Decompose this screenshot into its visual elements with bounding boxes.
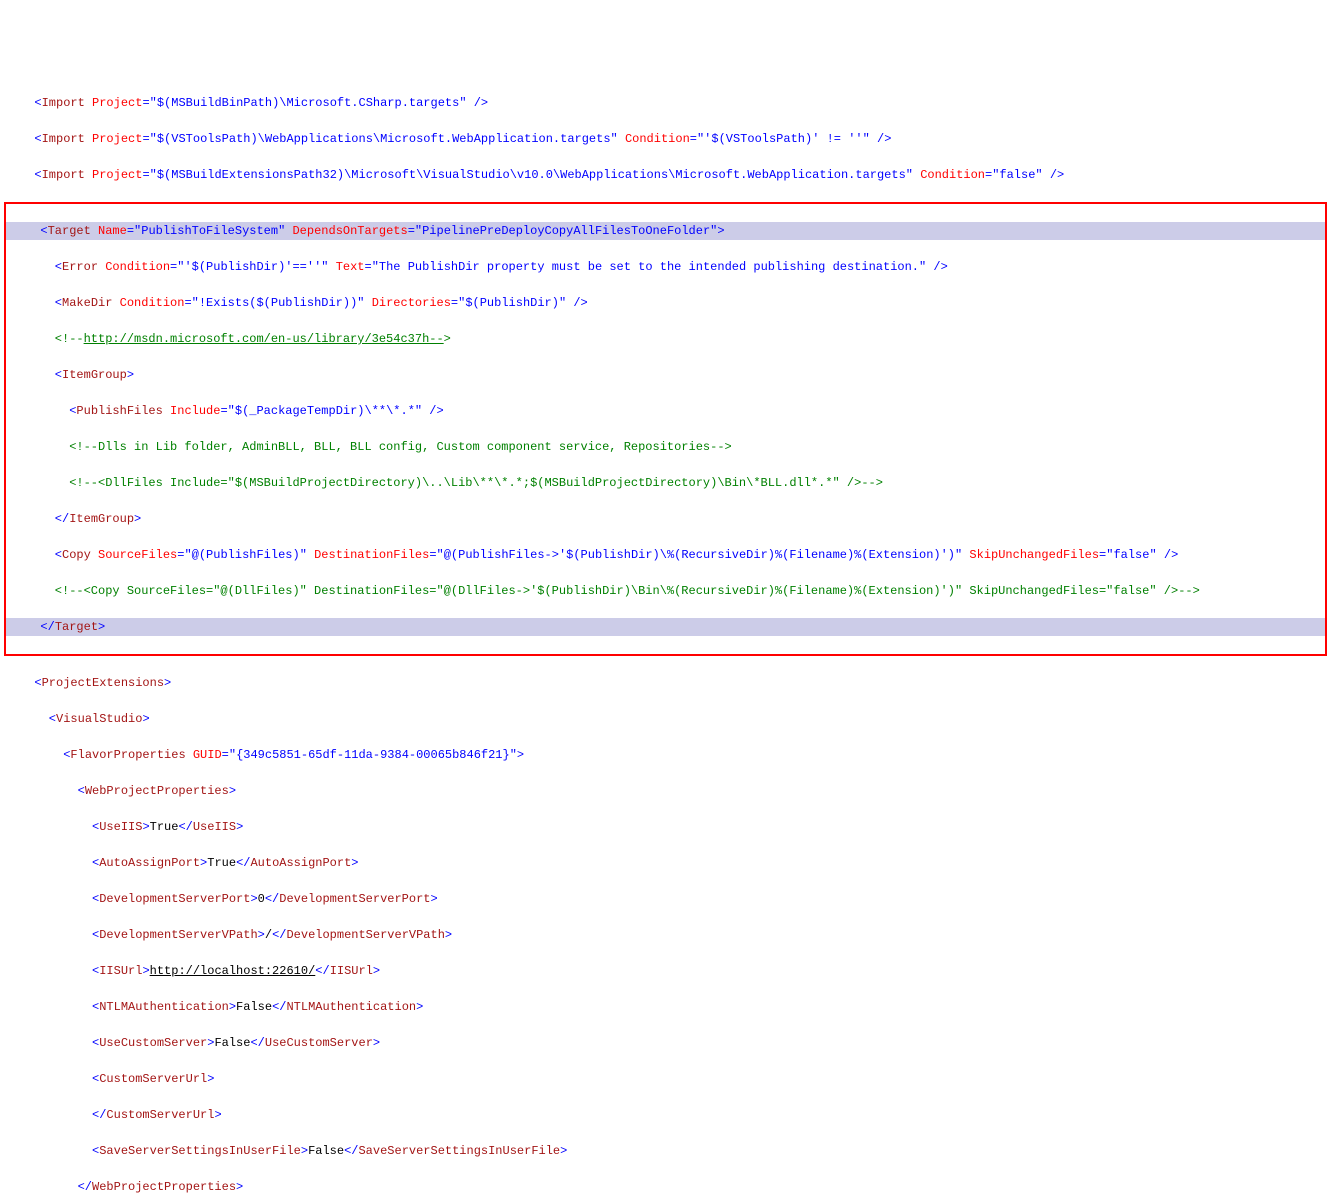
comment-link[interactable]: http://msdn.microsoft.com/en-us/library/… (84, 332, 444, 346)
code-line-comment: <!--<DllFiles Include="$(MSBuildProjectD… (6, 474, 1325, 492)
code-line-target-close: </Target> (6, 618, 1325, 636)
code-line: <ProjectExtensions> (0, 674, 1331, 692)
code-line: </CustomServerUrl> (0, 1106, 1331, 1124)
highlighted-region: <Target Name="PublishToFileSystem" Depen… (4, 202, 1327, 656)
code-line: <Import Project="$(MSBuildExtensionsPath… (0, 166, 1331, 184)
code-line: <ItemGroup> (6, 366, 1325, 384)
code-line: <DevelopmentServerPort>0</DevelopmentSer… (0, 890, 1331, 908)
code-line: <Import Project="$(VSToolsPath)\WebAppli… (0, 130, 1331, 148)
code-line: </WebProjectProperties> (0, 1178, 1331, 1194)
code-line: <DevelopmentServerVPath>/</DevelopmentSe… (0, 926, 1331, 944)
code-line: <SaveServerSettingsInUserFile>False</Sav… (0, 1142, 1331, 1160)
code-block: <Import Project="$(MSBuildBinPath)\Micro… (0, 72, 1331, 1194)
code-line-comment: <!--Dlls in Lib folder, AdminBLL, BLL, B… (6, 438, 1325, 456)
code-line: <FlavorProperties GUID="{349c5851-65df-1… (0, 746, 1331, 764)
code-line: <WebProjectProperties> (0, 782, 1331, 800)
code-line: <Import Project="$(MSBuildBinPath)\Micro… (0, 94, 1331, 112)
code-line: <IISUrl>http://localhost:22610/</IISUrl> (0, 962, 1331, 980)
code-line: <VisualStudio> (0, 710, 1331, 728)
code-line: <NTLMAuthentication>False</NTLMAuthentic… (0, 998, 1331, 1016)
code-line: <MakeDir Condition="!Exists($(PublishDir… (6, 294, 1325, 312)
code-line: <UseCustomServer>False</UseCustomServer> (0, 1034, 1331, 1052)
code-line: <CustomServerUrl> (0, 1070, 1331, 1088)
code-line: <Copy SourceFiles="@(PublishFiles)" Dest… (6, 546, 1325, 564)
code-line: <Error Condition="'$(PublishDir)'==''" T… (6, 258, 1325, 276)
iis-url-link[interactable]: http://localhost:22610/ (150, 964, 316, 978)
code-line-target-open: <Target Name="PublishToFileSystem" Depen… (6, 222, 1325, 240)
code-line: <PublishFiles Include="$(_PackageTempDir… (6, 402, 1325, 420)
code-line: <AutoAssignPort>True</AutoAssignPort> (0, 854, 1331, 872)
code-line-comment: <!--<Copy SourceFiles="@(DllFiles)" Dest… (6, 582, 1325, 600)
code-line: </ItemGroup> (6, 510, 1325, 528)
code-line: <UseIIS>True</UseIIS> (0, 818, 1331, 836)
code-line-comment: <!--http://msdn.microsoft.com/en-us/libr… (6, 330, 1325, 348)
